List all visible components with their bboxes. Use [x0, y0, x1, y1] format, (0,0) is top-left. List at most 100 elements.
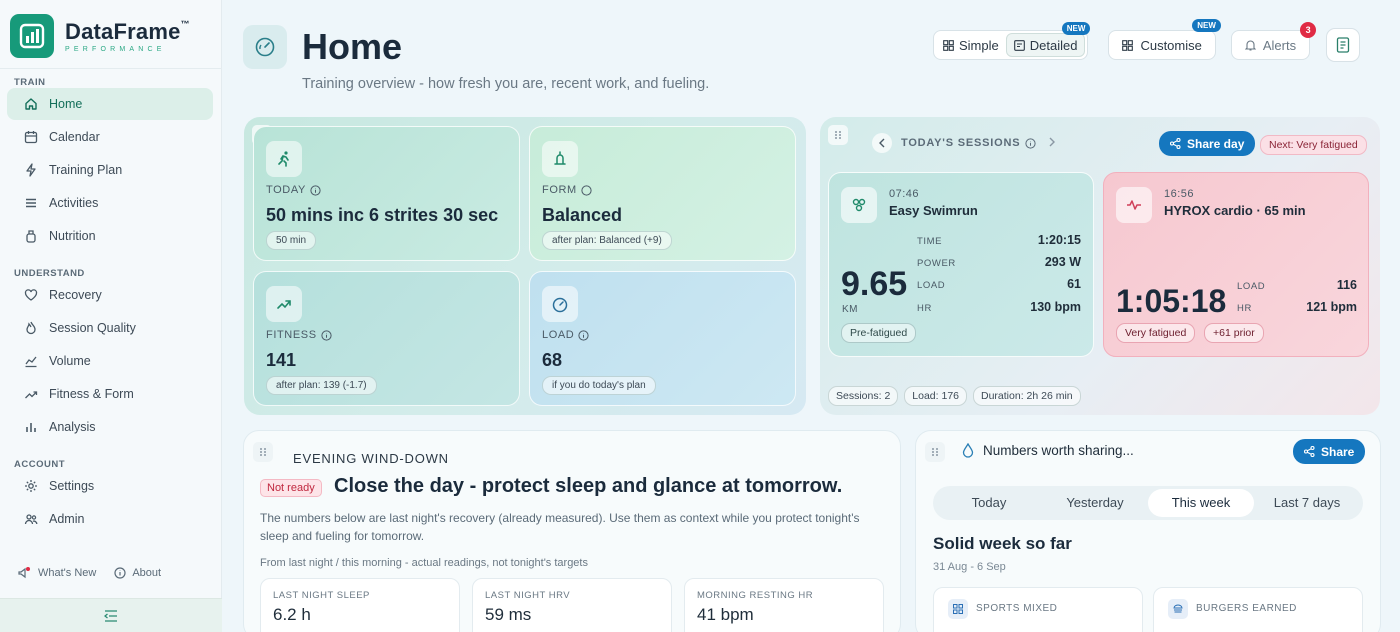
sessions-nav: TODAY'S SESSIONS: [872, 133, 1056, 153]
info-icon[interactable]: [578, 329, 589, 341]
info-icon[interactable]: [581, 184, 592, 196]
today-card[interactable]: TODAY 50 mins inc 6 strites 30 sec 50 mi…: [253, 126, 520, 261]
resting-hr-card: MORNING RESTING HR 41 bpm: [684, 578, 884, 632]
stat-label: HR: [917, 303, 932, 314]
form-value: Balanced: [542, 205, 623, 225]
page-icon: [243, 25, 287, 69]
brand-logo[interactable]: DataFrame™ PERFORMANCE: [10, 14, 190, 58]
new-badge: NEW: [1061, 22, 1091, 35]
section-label-train: TRAIN: [14, 77, 46, 88]
sidebar-item-recovery[interactable]: Recovery: [7, 279, 213, 311]
bell-tower-icon: [542, 141, 578, 177]
sidebar-item-label: Nutrition: [49, 229, 96, 243]
numbers-date-range: 31 Aug - 6 Sep: [933, 561, 1006, 573]
sidebar: DataFrame™ PERFORMANCE TRAIN Home Calend…: [0, 0, 222, 632]
share-button[interactable]: Share: [1293, 439, 1366, 464]
load-card[interactable]: LOAD 68 if you do today's plan: [529, 271, 796, 406]
sidebar-item-nutrition[interactable]: Nutrition: [7, 220, 213, 252]
sidebar-item-session-quality[interactable]: Session Quality: [7, 312, 213, 344]
sidebar-item-label: Training Plan: [49, 163, 123, 177]
megaphone-icon: [18, 567, 30, 579]
trend-up-icon: [266, 286, 302, 322]
alerts-button[interactable]: Alerts 3: [1230, 22, 1317, 60]
about-link[interactable]: About: [114, 567, 161, 579]
fatigue-pill: Very fatigued: [1116, 323, 1196, 343]
numbers-headline: Solid week so far: [933, 534, 1072, 553]
section-label-account: ACCOUNT: [14, 459, 65, 470]
sidebar-item-activities[interactable]: Activities: [7, 187, 213, 219]
session-card-swimrun[interactable]: 07:46 Easy Swimrun 9.65 KM TIME 1:20:15 …: [828, 172, 1094, 357]
sidebar-item-label: Calendar: [49, 130, 100, 144]
sidebar-item-label: Fitness & Form: [49, 387, 134, 401]
stat-value: 130 bpm: [1030, 300, 1081, 314]
tab-this-week[interactable]: This week: [1148, 489, 1254, 517]
sidebar-footer: What's New About: [18, 567, 179, 579]
sidebar-collapse-button[interactable]: [0, 598, 222, 632]
customise-button[interactable]: Customise NEW: [1108, 19, 1221, 60]
tab-today[interactable]: Today: [936, 489, 1042, 517]
drag-handle-icon[interactable]: [925, 442, 945, 462]
notes-button[interactable]: [1326, 28, 1361, 62]
session-distance: 9.65: [841, 265, 908, 303]
sidebar-item-analysis[interactable]: Analysis: [7, 411, 213, 443]
sidebar-item-label: Volume: [49, 354, 91, 368]
share-day-button[interactable]: Share day: [1159, 131, 1256, 156]
notebook-icon: [1336, 37, 1350, 53]
sidebar-item-admin[interactable]: Admin: [7, 503, 213, 535]
sidebar-item-settings[interactable]: Settings: [7, 470, 213, 502]
about-label: About: [132, 567, 162, 579]
sidebar-item-fitness-form[interactable]: Fitness & Form: [7, 378, 213, 410]
layout-icon: [1122, 39, 1134, 51]
info-icon[interactable]: [310, 184, 321, 196]
prev-day-button[interactable]: [872, 133, 892, 153]
users-icon: [23, 511, 39, 527]
form-pill: after plan: Balanced (+9): [542, 231, 672, 250]
alerts-label: Alerts: [1262, 37, 1297, 53]
drag-handle-icon[interactable]: [828, 125, 848, 145]
fitness-card[interactable]: FITNESS 141 after plan: 139 (-1.7): [253, 271, 520, 406]
tab-yesterday[interactable]: Yesterday: [1042, 489, 1148, 517]
fitness-pill: after plan: 139 (-1.7): [266, 376, 377, 395]
session-card-hyrox[interactable]: 16:56 HYROX cardio · 65 min 1:05:18 LOAD…: [1103, 172, 1369, 357]
gauge-icon: [542, 286, 578, 322]
burger-icon: [1168, 599, 1188, 619]
evening-note: From last night / this morning - actual …: [260, 557, 588, 569]
customise-label: Customise: [1140, 37, 1202, 53]
tab-last-7-days[interactable]: Last 7 days: [1254, 489, 1360, 517]
sidebar-item-training-plan[interactable]: Training Plan: [7, 154, 213, 186]
load-pill: if you do today's plan: [542, 376, 656, 395]
view-detailed-button[interactable]: Detailed NEW: [1005, 22, 1091, 57]
hrv-value: 59 ms: [485, 605, 532, 624]
sidebar-item-home[interactable]: Home: [7, 88, 213, 120]
page-title: Home: [302, 26, 403, 67]
list-icon: [23, 195, 39, 211]
sidebar-item-calendar[interactable]: Calendar: [7, 121, 213, 153]
brand-tm: ™: [180, 19, 190, 29]
sessions-title: TODAY'S SESSIONS: [901, 137, 1021, 149]
stat-label: POWER: [917, 258, 956, 269]
view-simple-button[interactable]: Simple: [936, 33, 1006, 57]
heart-icon: [23, 287, 39, 303]
sidebar-item-volume[interactable]: Volume: [7, 345, 213, 377]
drag-handle-icon[interactable]: [253, 442, 273, 462]
view-detailed-label: Detailed: [1029, 37, 1078, 53]
sleep-card: LAST NIGHT SLEEP 6.2 h: [260, 578, 460, 632]
hrv-label: LAST NIGHT HRV: [485, 590, 571, 601]
whats-new-link[interactable]: What's New: [18, 567, 96, 579]
home-icon: [23, 96, 39, 112]
next-day-button[interactable]: [1048, 137, 1056, 150]
period-tabs: Today Yesterday This week Last 7 days: [933, 486, 1363, 520]
form-card[interactable]: FORM Balanced after plan: Balanced (+9): [529, 126, 796, 261]
evening-description: The numbers below are last night's recov…: [260, 511, 860, 543]
top-controls: Simple Detailed NEW Customise NEW Alerts…: [933, 19, 1361, 62]
next-state-pill: Next: Very fatigued: [1260, 135, 1367, 155]
stat-value: 293 W: [1044, 255, 1081, 269]
session-time: 16:56: [1164, 188, 1195, 200]
bell-icon: [1244, 40, 1256, 51]
info-icon[interactable]: [1025, 137, 1036, 149]
info-icon[interactable]: [321, 329, 332, 341]
sidebar-item-label: Recovery: [49, 288, 102, 302]
sports-mixed-label: SPORTS MIXED: [976, 603, 1058, 614]
chevron-right-icon: [1049, 137, 1056, 146]
share-icon: [1304, 446, 1315, 457]
